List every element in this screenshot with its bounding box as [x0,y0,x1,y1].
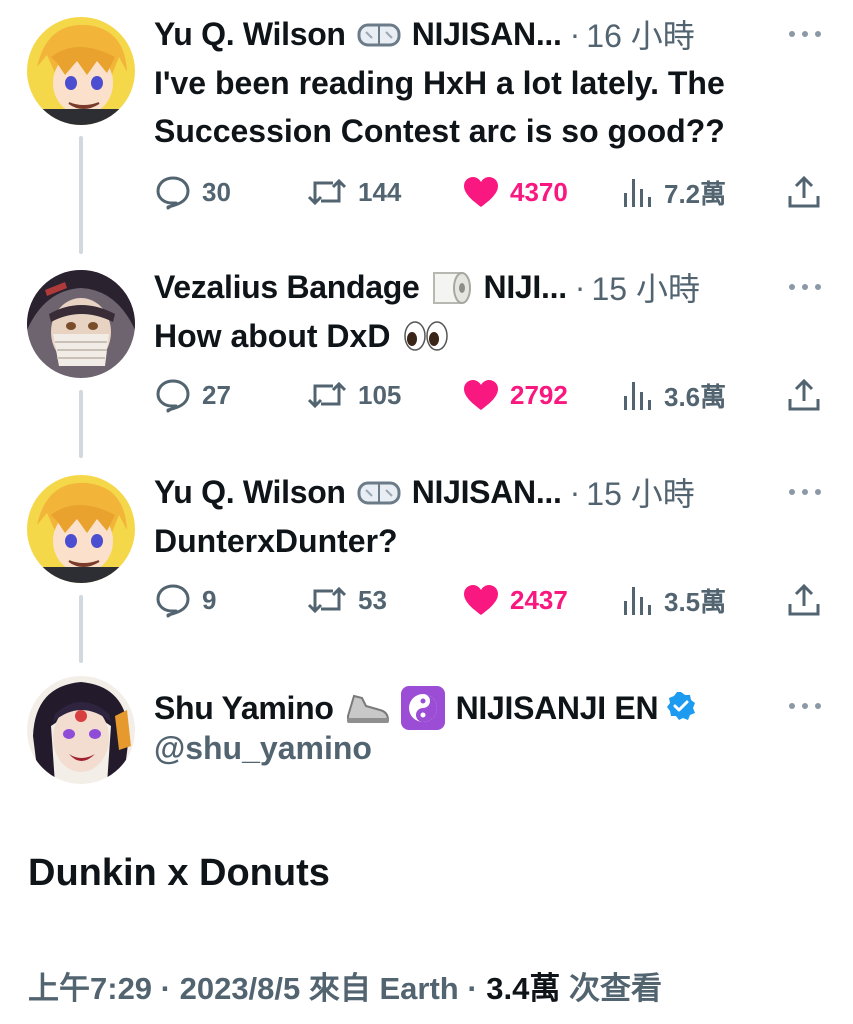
separator-dot: · [569,473,581,510]
tweet-header: Yu Q. Wilson NIJISAN... · 16 小時 [154,14,825,54]
retweet-count: 53 [358,584,387,615]
tweet-text: How about DxD [154,312,825,360]
like-button[interactable]: 2792 [462,375,568,415]
retweet-button[interactable]: 105 [306,375,401,415]
avatar[interactable] [27,17,135,125]
goggles-icon [356,18,402,50]
toilet-paper-icon [430,267,474,307]
views-button[interactable]: 7.2萬 [620,172,726,212]
retweet-icon [307,586,347,614]
retweet-icon [307,178,347,206]
avatar[interactable] [27,270,135,378]
tweet-text-content: How about DxD [154,318,391,354]
verified-badge-icon [666,691,696,726]
comment-icon [156,584,190,618]
action-bar: 30 144 4370 7.2萬 [154,172,824,212]
main-view-count: 3.4萬 [486,971,561,1006]
views-button[interactable]: 3.5萬 [620,580,726,620]
tweet-header: Shu Yamino NIJISANJI EN [154,686,696,730]
timestamp[interactable]: 15 小時 [586,469,695,515]
more-options-icon[interactable] [785,20,825,48]
display-name-suffix[interactable]: NIJISAN... [412,16,562,53]
separator-dot: · [569,15,581,52]
more-options-icon[interactable] [785,273,825,301]
tweet-metadata: 上午7:29 · 2023/8/5 來自 Earth · 3.4萬 次查看 [28,963,662,1008]
display-name[interactable]: Shu Yamino [154,690,334,727]
views-chart-icon [624,382,651,410]
comment-icon [156,379,190,413]
reply-button[interactable]: 30 [154,172,231,212]
reply-tweet[interactable]: Vezalius Bandage NIJI... · 15 小時 How abo… [0,267,853,427]
display-name-suffix[interactable]: NIJISAN... [412,474,562,511]
share-icon [788,175,820,208]
view-count: 3.6萬 [664,381,727,412]
comment-icon [156,176,190,210]
timestamp[interactable]: 16 小時 [586,11,695,57]
like-count: 2792 [510,379,568,410]
reply-button[interactable]: 9 [154,580,216,620]
display-name[interactable]: Yu Q. Wilson [154,16,346,53]
heart-icon [464,177,498,207]
views-chart-icon [624,179,651,207]
tweet-text-line: DunterxDunter? [154,523,398,559]
reply-tweet[interactable]: Yu Q. Wilson NIJISAN... · 16 小時 I've bee… [0,14,853,214]
sneaker-icon [344,690,390,726]
separator-dot: · [574,268,586,305]
reply-button[interactable]: 27 [154,375,231,415]
user-handle[interactable]: @shu_yamino [154,730,372,767]
reply-count: 30 [202,176,231,207]
views-chart-icon [624,587,651,615]
tweet-text: I've been reading HxH a lot lately. The … [154,59,825,155]
view-count: 3.5萬 [664,586,727,617]
retweet-button[interactable]: 53 [306,580,387,620]
like-count: 4370 [510,176,568,207]
timestamp[interactable]: 15 小時 [591,264,700,310]
like-button[interactable]: 4370 [462,172,568,212]
tweet-header: Vezalius Bandage NIJI... · 15 小時 [154,267,825,307]
tweet-text-line: I've been reading HxH a lot lately. The [154,65,725,101]
display-name-suffix[interactable]: NIJISANJI EN [456,690,659,727]
reply-count: 27 [202,379,231,410]
share-icon [788,583,820,616]
main-view-label: 次查看 [560,971,663,1006]
heart-icon [464,585,498,615]
tweet-text-line: How about DxD [154,312,825,360]
avatar[interactable] [27,475,135,583]
like-button[interactable]: 2437 [462,580,568,620]
reply-tweet[interactable]: Yu Q. Wilson NIJISAN... · 15 小時 DunterxD… [0,472,853,632]
views-button[interactable]: 3.6萬 [620,375,726,415]
action-bar: 27 105 2792 3.6萬 [154,375,824,415]
avatar[interactable] [27,676,135,784]
tweet-text: DunterxDunter? [154,517,825,565]
share-icon [788,378,820,411]
retweet-count: 144 [358,176,402,207]
display-name-suffix[interactable]: NIJI... [484,269,568,306]
eyes-icon [402,319,450,353]
tweet-thread-page: Yu Q. Wilson NIJISAN... · 16 小時 I've bee… [0,0,853,1024]
tweet-time-source[interactable]: 上午7:29 · 2023/8/5 來自 Earth · [28,971,486,1006]
tweet-text-line: Succession Contest arc is so good?? [154,113,725,149]
retweet-icon [307,381,347,409]
yin-yang-icon [400,685,446,731]
share-button[interactable] [786,172,822,212]
like-count: 2437 [510,584,568,615]
display-name[interactable]: Vezalius Bandage [154,269,420,306]
tweet-header: Yu Q. Wilson NIJISAN... · 15 小時 [154,472,825,512]
goggles-icon [356,476,402,508]
main-tweet-text: Dunkin x Donuts [28,852,330,894]
reply-count: 9 [202,584,217,615]
display-name[interactable]: Yu Q. Wilson [154,474,346,511]
more-options-icon[interactable] [785,692,825,720]
view-count: 7.2萬 [664,178,727,209]
more-options-icon[interactable] [785,478,825,506]
retweet-button[interactable]: 144 [306,172,401,212]
share-button[interactable] [786,580,822,620]
retweet-count: 105 [358,379,402,410]
heart-icon [464,380,498,410]
action-bar: 9 53 2437 3.5萬 [154,580,824,620]
share-button[interactable] [786,375,822,415]
